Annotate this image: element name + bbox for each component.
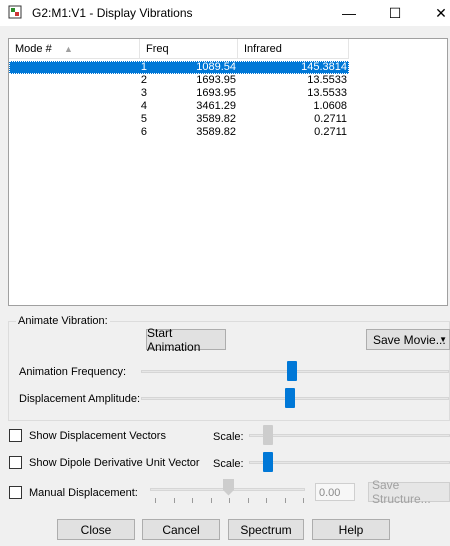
- save-movie-button[interactable]: Save Movie... ▼: [366, 329, 450, 350]
- show-displacement-vectors-checkbox[interactable]: [9, 429, 22, 442]
- show-dipole-vector-label: Show Dipole Derivative Unit Vector: [29, 457, 200, 469]
- spectrum-button[interactable]: Spectrum: [228, 519, 304, 540]
- mode-cell: 5: [140, 113, 147, 125]
- slider-tick: [284, 498, 286, 503]
- animation-frequency-label: Animation Frequency:: [19, 366, 126, 378]
- manual-displacement-value[interactable]: 0.00: [315, 483, 355, 501]
- close-window-button[interactable]: ✕: [418, 0, 450, 26]
- freq-cell: 1089.54: [196, 61, 236, 73]
- slider-tick: [229, 498, 230, 503]
- column-header-mode[interactable]: Mode # ▲: [9, 39, 140, 59]
- column-header-infrared[interactable]: Infrared: [238, 39, 349, 59]
- vectors-scale-label: Scale:: [213, 431, 244, 443]
- table-row[interactable]: 2 1693.95 13.5533: [9, 74, 349, 87]
- dipole-scale-thumb[interactable]: [263, 452, 273, 472]
- slider-tick: [303, 498, 304, 503]
- app-icon: [8, 5, 22, 19]
- vectors-scale-thumb[interactable]: [263, 425, 273, 445]
- table-row[interactable]: 5 3589.82 0.2711: [9, 113, 349, 126]
- window-title: G2:M1:V1 - Display Vibrations: [32, 6, 193, 20]
- dropdown-arrow-icon: ▼: [439, 335, 447, 344]
- displacement-amplitude-label: Displacement Amplitude:: [19, 393, 141, 405]
- slider-tick: [210, 498, 212, 503]
- animate-vibration-label: Animate Vibration:: [16, 315, 110, 327]
- show-dipole-vector-checkbox[interactable]: [9, 456, 22, 469]
- vectors-scale-track[interactable]: [249, 434, 450, 437]
- dipole-scale-track[interactable]: [249, 461, 450, 464]
- manual-displacement-thumb[interactable]: [223, 479, 234, 496]
- infrared-cell: 145.3814: [301, 61, 347, 73]
- save-structure-button[interactable]: Save Structure...: [368, 478, 450, 506]
- slider-tick: [266, 498, 267, 503]
- slider-tick: [155, 498, 156, 503]
- show-displacement-vectors-label: Show Displacement Vectors: [29, 430, 166, 442]
- cancel-button[interactable]: Cancel: [142, 519, 220, 540]
- freq-cell: 1693.95: [196, 74, 236, 86]
- freq-cell: 1693.95: [196, 87, 236, 99]
- displacement-amplitude-thumb[interactable]: [285, 388, 295, 408]
- animation-frequency-thumb[interactable]: [287, 361, 297, 381]
- slider-tick: [173, 498, 175, 503]
- infrared-cell: 13.5533: [307, 87, 347, 99]
- mode-cell: 3: [140, 87, 147, 99]
- help-button[interactable]: Help: [312, 519, 390, 540]
- dipole-scale-label: Scale:: [213, 458, 244, 470]
- close-button[interactable]: Close: [57, 519, 135, 540]
- table-row[interactable]: 3 1693.95 13.5533: [9, 87, 349, 100]
- table-row[interactable]: 4 3461.29 1.0608: [9, 100, 349, 113]
- maximize-button[interactable]: ☐: [372, 0, 418, 26]
- mode-cell: 6: [140, 126, 147, 138]
- mode-cell: 1: [140, 61, 147, 73]
- table-row[interactable]: 6 3589.82 0.2711: [9, 126, 349, 139]
- freq-cell: 3589.82: [196, 113, 236, 125]
- displacement-amplitude-track[interactable]: [141, 397, 449, 400]
- start-animation-button[interactable]: Start Animation: [146, 326, 226, 354]
- infrared-cell: 1.0608: [313, 100, 347, 112]
- mode-cell: 2: [140, 74, 147, 86]
- freq-cell: 3589.82: [196, 126, 236, 138]
- manual-displacement-checkbox[interactable]: [9, 486, 22, 499]
- manual-displacement-label: Manual Displacement:: [29, 487, 138, 499]
- slider-tick: [247, 498, 249, 503]
- vibration-modes-list[interactable]: Mode # ▲ Freq Infrared 1 1089.54 145.3814 2…: [8, 38, 448, 306]
- mode-cell: 4: [140, 100, 147, 112]
- column-header-freq[interactable]: Freq: [140, 39, 238, 59]
- infrared-cell: 0.2711: [314, 126, 347, 138]
- minimize-button[interactable]: —: [326, 0, 372, 26]
- sort-ascending-icon: ▲: [64, 44, 73, 54]
- slider-tick: [192, 498, 193, 503]
- infrared-cell: 0.2711: [314, 113, 347, 125]
- infrared-cell: 13.5533: [307, 74, 347, 86]
- table-row[interactable]: 1 1089.54 145.3814: [9, 61, 349, 74]
- title-bar: G2:M1:V1 - Display Vibrations — ☐ ✕: [0, 0, 450, 26]
- freq-cell: 3461.29: [196, 100, 236, 112]
